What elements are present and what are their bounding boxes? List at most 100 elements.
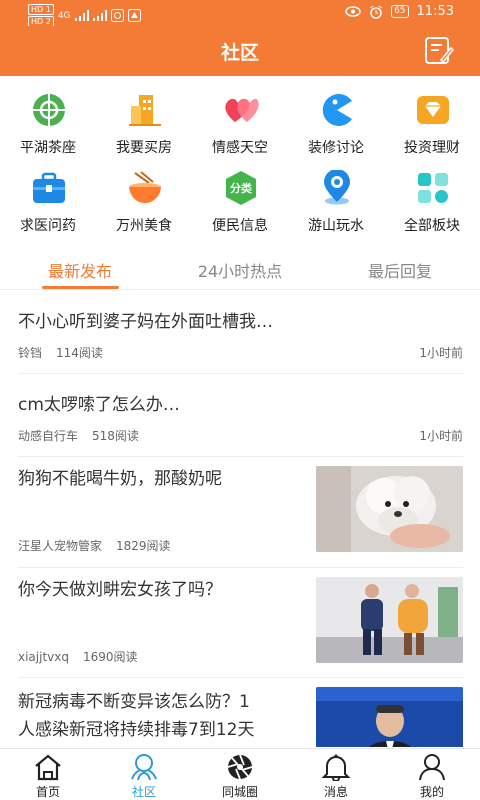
category-label: 游山玩水: [308, 218, 364, 234]
dog-photo: [316, 466, 463, 552]
noodle-bowl-icon: [129, 171, 161, 203]
nav-label: 我的: [419, 785, 444, 799]
nav-home[interactable]: 首页: [0, 749, 96, 800]
post-thumbnail-people: [316, 577, 463, 663]
network-type: 4G: [57, 10, 71, 21]
post-views: 114阅读: [56, 346, 103, 360]
app-notification-icon: [110, 9, 124, 22]
medkit-icon: [33, 172, 65, 203]
post-title-line: 新冠病毒不断变异该怎么防？1: [18, 692, 250, 712]
category-all-boards[interactable]: 全部板块: [384, 164, 480, 242]
bell-icon: [321, 754, 351, 781]
post-views: 1829阅读: [116, 539, 171, 553]
category-label: 便民信息: [212, 218, 268, 234]
aperture-icon: [227, 754, 253, 780]
post-views: 1690阅读: [82, 650, 138, 664]
profile-icon: [419, 754, 445, 781]
post-item[interactable]: cm太啰嗦了怎么办… 动感自行车 518阅读 1小时前: [18, 374, 463, 457]
category-label: 万州美食: [116, 218, 172, 234]
category-investment[interactable]: 投资理财: [384, 86, 480, 164]
gem-icon: [417, 96, 449, 124]
post-author: xiajjtvxq: [18, 650, 69, 664]
category-wanzhou-food[interactable]: 万州美食: [96, 164, 192, 242]
category-medical[interactable]: 求医问药: [0, 164, 96, 242]
post-time: 1小时前: [419, 429, 463, 443]
tab-latest[interactable]: 最新发布: [10, 258, 150, 282]
svg-text:分类: 分类: [230, 181, 253, 195]
teahouse-icon: [33, 94, 65, 126]
compose-post-button[interactable]: [424, 36, 455, 66]
pacman-icon: [322, 94, 352, 126]
building-icon: [129, 95, 161, 126]
signal-icon: [92, 10, 107, 21]
compose-icon: [425, 37, 455, 64]
bottom-nav: 首页 社区 同城圈 消息 我的: [0, 748, 480, 800]
nav-label: 社区: [131, 785, 156, 799]
home-icon: [35, 754, 61, 781]
post-title: 不小心听到婆子妈在外面吐槽我…: [18, 312, 273, 332]
active-tab-indicator: [42, 286, 119, 289]
post-title: 新冠病毒不断变异该怎么防？1 人感染新冠将持续排毒7到12天: [18, 688, 254, 744]
category-pinghu-teahouse[interactable]: 平湖茶座: [0, 86, 96, 164]
feed-tabs: 最新发布 24小时热点 最后回复: [0, 252, 480, 290]
post-thumbnail-news: [316, 687, 463, 747]
nav-community[interactable]: 社区: [96, 749, 192, 800]
tab-last-reply[interactable]: 最后回复: [330, 258, 470, 282]
tab-24h-hot[interactable]: 24小时热点: [170, 258, 310, 282]
category-renovation[interactable]: 装修讨论: [288, 86, 384, 164]
page-title: 社区: [220, 42, 259, 64]
post-feed: 不小心听到婆子妈在外面吐槽我… 铃铛 114阅读 1小时前 cm太啰嗦了怎么办… …: [0, 291, 480, 747]
hearts-icon: [225, 98, 259, 122]
category-label: 装修讨论: [308, 140, 364, 156]
post-title: cm太啰嗦了怎么办…: [18, 395, 180, 415]
post-title-line: 人感染新冠将持续排毒7到12天: [18, 720, 255, 740]
status-bar: HD 1 HD 2 4G 65 11:53: [0, 0, 480, 27]
post-time: 1小时前: [419, 346, 463, 360]
category-travel[interactable]: 游山玩水: [288, 164, 384, 242]
nav-label: 首页: [35, 785, 60, 799]
app-header: 社区: [0, 26, 480, 76]
post-meta: xiajjtvxq 1690阅读: [18, 648, 138, 665]
nav-mine[interactable]: 我的: [384, 749, 480, 800]
post-thumbnail-dog: [316, 466, 463, 552]
category-grid: 平湖茶座 我要买房 情感天空 装修讨论 投资理财 求医问药 万州美食 分类 便民…: [0, 86, 480, 246]
signal-icon: [74, 10, 89, 21]
category-emotion-sky[interactable]: 情感天空: [192, 86, 288, 164]
battery-indicator: 65: [391, 5, 409, 18]
community-icon: [131, 754, 157, 781]
post-views: 518阅读: [92, 429, 139, 443]
classified-icon: 分类: [226, 171, 256, 205]
nav-local-circle[interactable]: 同城圈: [192, 749, 288, 800]
app-notification-icon: [127, 9, 141, 22]
all-boards-icon: [418, 173, 448, 203]
category-label: 求医问药: [20, 218, 76, 234]
news-photo: [316, 687, 463, 747]
post-item[interactable]: 新冠病毒不断变异该怎么防？1 人感染新冠将持续排毒7到12天: [18, 678, 463, 747]
post-author: 汪星人宠物管家: [18, 539, 103, 553]
post-meta: 汪星人宠物管家 1829阅读: [18, 537, 171, 554]
sim1-badge: HD 1: [28, 4, 54, 15]
nav-label: 同城圈: [221, 785, 258, 799]
post-item[interactable]: 狗狗不能喝牛奶，那酸奶呢 汪星人宠物管家 1829阅读: [18, 457, 463, 568]
post-meta: 铃铛 114阅读: [18, 344, 103, 361]
location-pin-icon: [324, 170, 350, 205]
post-title: 你今天做刘畊宏女孩了吗？: [18, 580, 222, 600]
post-author: 铃铛: [18, 346, 43, 360]
nav-messages[interactable]: 消息: [288, 749, 384, 800]
nav-label: 消息: [323, 785, 348, 799]
category-buy-house[interactable]: 我要买房: [96, 86, 192, 164]
post-author: 动感自行车: [18, 429, 79, 443]
eye-icon: [345, 6, 361, 17]
category-label: 情感天空: [212, 140, 268, 156]
post-title: 狗狗不能喝牛奶，那酸奶呢: [18, 469, 222, 489]
category-label: 全部板块: [404, 218, 460, 234]
people-photo: [316, 577, 463, 663]
clock: 11:53: [416, 4, 454, 19]
alarm-icon: [369, 5, 383, 19]
post-item[interactable]: 你今天做刘畊宏女孩了吗？ xiajjtvxq 1690阅读: [18, 568, 463, 678]
category-convenience-info[interactable]: 分类 便民信息: [192, 164, 288, 242]
post-item[interactable]: 不小心听到婆子妈在外面吐槽我… 铃铛 114阅读 1小时前: [18, 291, 463, 374]
category-label: 投资理财: [404, 140, 460, 156]
category-label: 我要买房: [116, 140, 172, 156]
category-label: 平湖茶座: [20, 140, 76, 156]
